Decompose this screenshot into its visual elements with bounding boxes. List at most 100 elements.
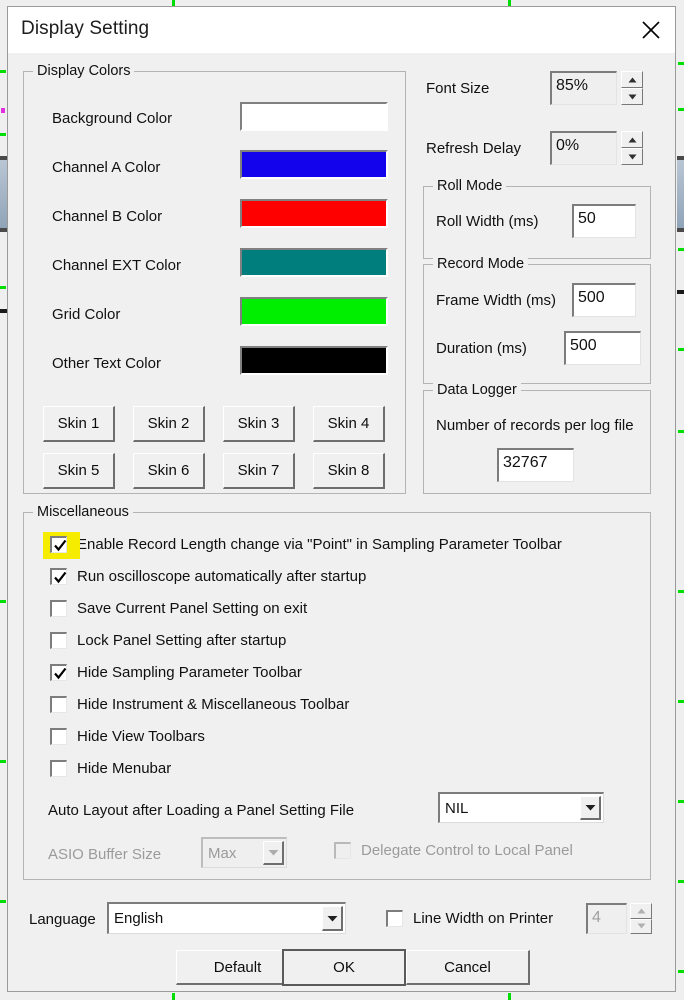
checkbox-row-enable-record-length[interactable]: Enable Record Length change via "Point" … <box>50 536 562 553</box>
skin-6-button[interactable]: Skin 6 <box>133 453 205 489</box>
grid-tick <box>678 430 684 433</box>
hide-view-toolbars-label: Hide View Toolbars <box>77 728 205 745</box>
refresh-delay-spinner-up-icon[interactable] <box>621 131 643 148</box>
font-size-spinner[interactable] <box>621 71 643 105</box>
ok-button[interactable]: OK <box>282 949 406 986</box>
skin-1-button[interactable]: Skin 1 <box>43 406 115 442</box>
skin-5-button[interactable]: Skin 5 <box>43 453 115 489</box>
roll-mode-group: Roll Mode Roll Width (ms) 50 <box>423 186 651 259</box>
grid-color-swatch[interactable] <box>240 297 388 326</box>
grid-tick <box>0 286 6 289</box>
grid-tick <box>678 62 684 65</box>
language-label: Language <box>29 911 96 928</box>
background-magenta-mark <box>1 108 5 113</box>
line-width-on-printer-checkbox[interactable] <box>386 910 403 927</box>
data-logger-group: Data Logger Number of records per log fi… <box>423 390 651 494</box>
refresh-delay-spinner-down-icon[interactable] <box>621 148 643 165</box>
grid-tick <box>678 248 684 251</box>
background-dark-line <box>0 228 7 232</box>
channel-a-color-swatch[interactable] <box>240 150 388 179</box>
checkbox-row-hide-view-toolbars[interactable]: Hide View Toolbars <box>50 728 205 745</box>
channel-ext-color-label: Channel EXT Color <box>52 257 181 274</box>
checkbox-row-save-panel-setting[interactable]: Save Current Panel Setting on exit <box>50 600 307 617</box>
grid-color-fill <box>242 299 386 324</box>
chevron-down-icon[interactable] <box>580 796 601 820</box>
background-dark-line <box>0 309 7 313</box>
checkbox-row-hide-instrument-toolbar[interactable]: Hide Instrument & Miscellaneous Toolbar <box>50 696 349 713</box>
chevron-down-icon[interactable] <box>322 906 343 931</box>
save-panel-setting-checkbox[interactable] <box>50 600 67 617</box>
cancel-button[interactable]: Cancel <box>406 950 530 985</box>
records-per-log-input[interactable]: 32767 <box>497 448 574 482</box>
other-text-color-label: Other Text Color <box>52 355 161 372</box>
background-waveform-panel <box>0 160 7 230</box>
asio-buffer-size-combobox: Max <box>201 837 287 868</box>
hide-sampling-toolbar-checkbox[interactable] <box>50 664 67 681</box>
run-oscilloscope-checkbox[interactable] <box>50 568 67 585</box>
skin-3-button[interactable]: Skin 3 <box>223 406 295 442</box>
record-mode-legend: Record Mode <box>433 256 528 272</box>
grid-tick <box>678 800 684 803</box>
background-color-swatch[interactable] <box>240 102 388 131</box>
lock-panel-setting-label: Lock Panel Setting after startup <box>77 632 286 649</box>
roll-mode-legend: Roll Mode <box>433 178 506 194</box>
asio-buffer-size-value: Max <box>203 845 263 862</box>
window-title: Display Setting <box>21 18 149 40</box>
display-colors-group: Display Colors Background Color Channel … <box>23 71 406 494</box>
record-mode-group: Record Mode Frame Width (ms) 500 Duratio… <box>423 264 651 384</box>
channel-ext-color-fill <box>242 250 386 275</box>
data-logger-legend: Data Logger <box>433 382 521 398</box>
grid-tick <box>678 590 684 593</box>
roll-width-label: Roll Width (ms) <box>436 213 539 230</box>
channel-b-color-swatch[interactable] <box>240 199 388 228</box>
duration-input[interactable]: 500 <box>564 331 641 365</box>
grid-tick <box>678 700 684 703</box>
font-size-spinner-up-icon[interactable] <box>621 71 643 88</box>
background-dark-line <box>0 156 7 160</box>
line-width-spinner-up-icon <box>630 903 652 919</box>
hide-instrument-toolbar-checkbox[interactable] <box>50 696 67 713</box>
checkbox-row-hide-sampling-toolbar[interactable]: Hide Sampling Parameter Toolbar <box>50 664 302 681</box>
grid-tick <box>0 600 6 603</box>
skin-7-button[interactable]: Skin 7 <box>223 453 295 489</box>
channel-b-color-fill <box>242 201 386 226</box>
skin-8-button[interactable]: Skin 8 <box>313 453 385 489</box>
grid-tick <box>678 348 684 351</box>
auto-layout-combobox[interactable]: NIL <box>438 792 604 823</box>
miscellaneous-group: Miscellaneous Enable Record Length chang… <box>23 512 651 880</box>
skin-2-button[interactable]: Skin 2 <box>133 406 205 442</box>
refresh-delay-input[interactable]: 0% <box>550 131 617 165</box>
display-colors-legend: Display Colors <box>33 63 134 79</box>
hide-view-toolbars-checkbox[interactable] <box>50 728 67 745</box>
channel-a-color-fill <box>242 152 386 177</box>
font-size-label: Font Size <box>426 80 489 97</box>
channel-b-color-label: Channel B Color <box>52 208 162 225</box>
background-color-fill <box>242 104 386 129</box>
language-value: English <box>109 910 322 927</box>
grid-tick <box>0 900 6 903</box>
enable-record-length-checkbox[interactable] <box>50 536 67 553</box>
checkbox-row-lock-panel-setting[interactable]: Lock Panel Setting after startup <box>50 632 286 649</box>
channel-ext-color-swatch[interactable] <box>240 248 388 277</box>
checkbox-row-hide-menubar[interactable]: Hide Menubar <box>50 760 171 777</box>
skin-4-button[interactable]: Skin 4 <box>313 406 385 442</box>
lock-panel-setting-checkbox[interactable] <box>50 632 67 649</box>
display-setting-dialog: Display Setting Display Colors Backgroun… <box>7 6 676 992</box>
checkbox-row-delegate-control: Delegate Control to Local Panel <box>334 842 573 859</box>
checkbox-row-line-width-on-printer[interactable]: Line Width on Printer <box>386 910 553 927</box>
channel-a-color-label: Channel A Color <box>52 159 160 176</box>
other-text-color-swatch[interactable] <box>240 346 388 375</box>
run-oscilloscope-label: Run oscilloscope automatically after sta… <box>77 568 366 585</box>
background-dark-line <box>677 156 684 160</box>
close-icon[interactable] <box>627 7 675 53</box>
checkbox-row-run-oscilloscope[interactable]: Run oscilloscope automatically after sta… <box>50 568 366 585</box>
duration-label: Duration (ms) <box>436 340 527 357</box>
background-dark-line <box>677 290 684 294</box>
font-size-spinner-down-icon[interactable] <box>621 88 643 105</box>
frame-width-input[interactable]: 500 <box>572 283 636 317</box>
font-size-input[interactable]: 85% <box>550 71 617 105</box>
hide-menubar-checkbox[interactable] <box>50 760 67 777</box>
refresh-delay-spinner[interactable] <box>621 131 643 165</box>
language-combobox[interactable]: English <box>107 902 346 934</box>
roll-width-input[interactable]: 50 <box>572 204 636 238</box>
